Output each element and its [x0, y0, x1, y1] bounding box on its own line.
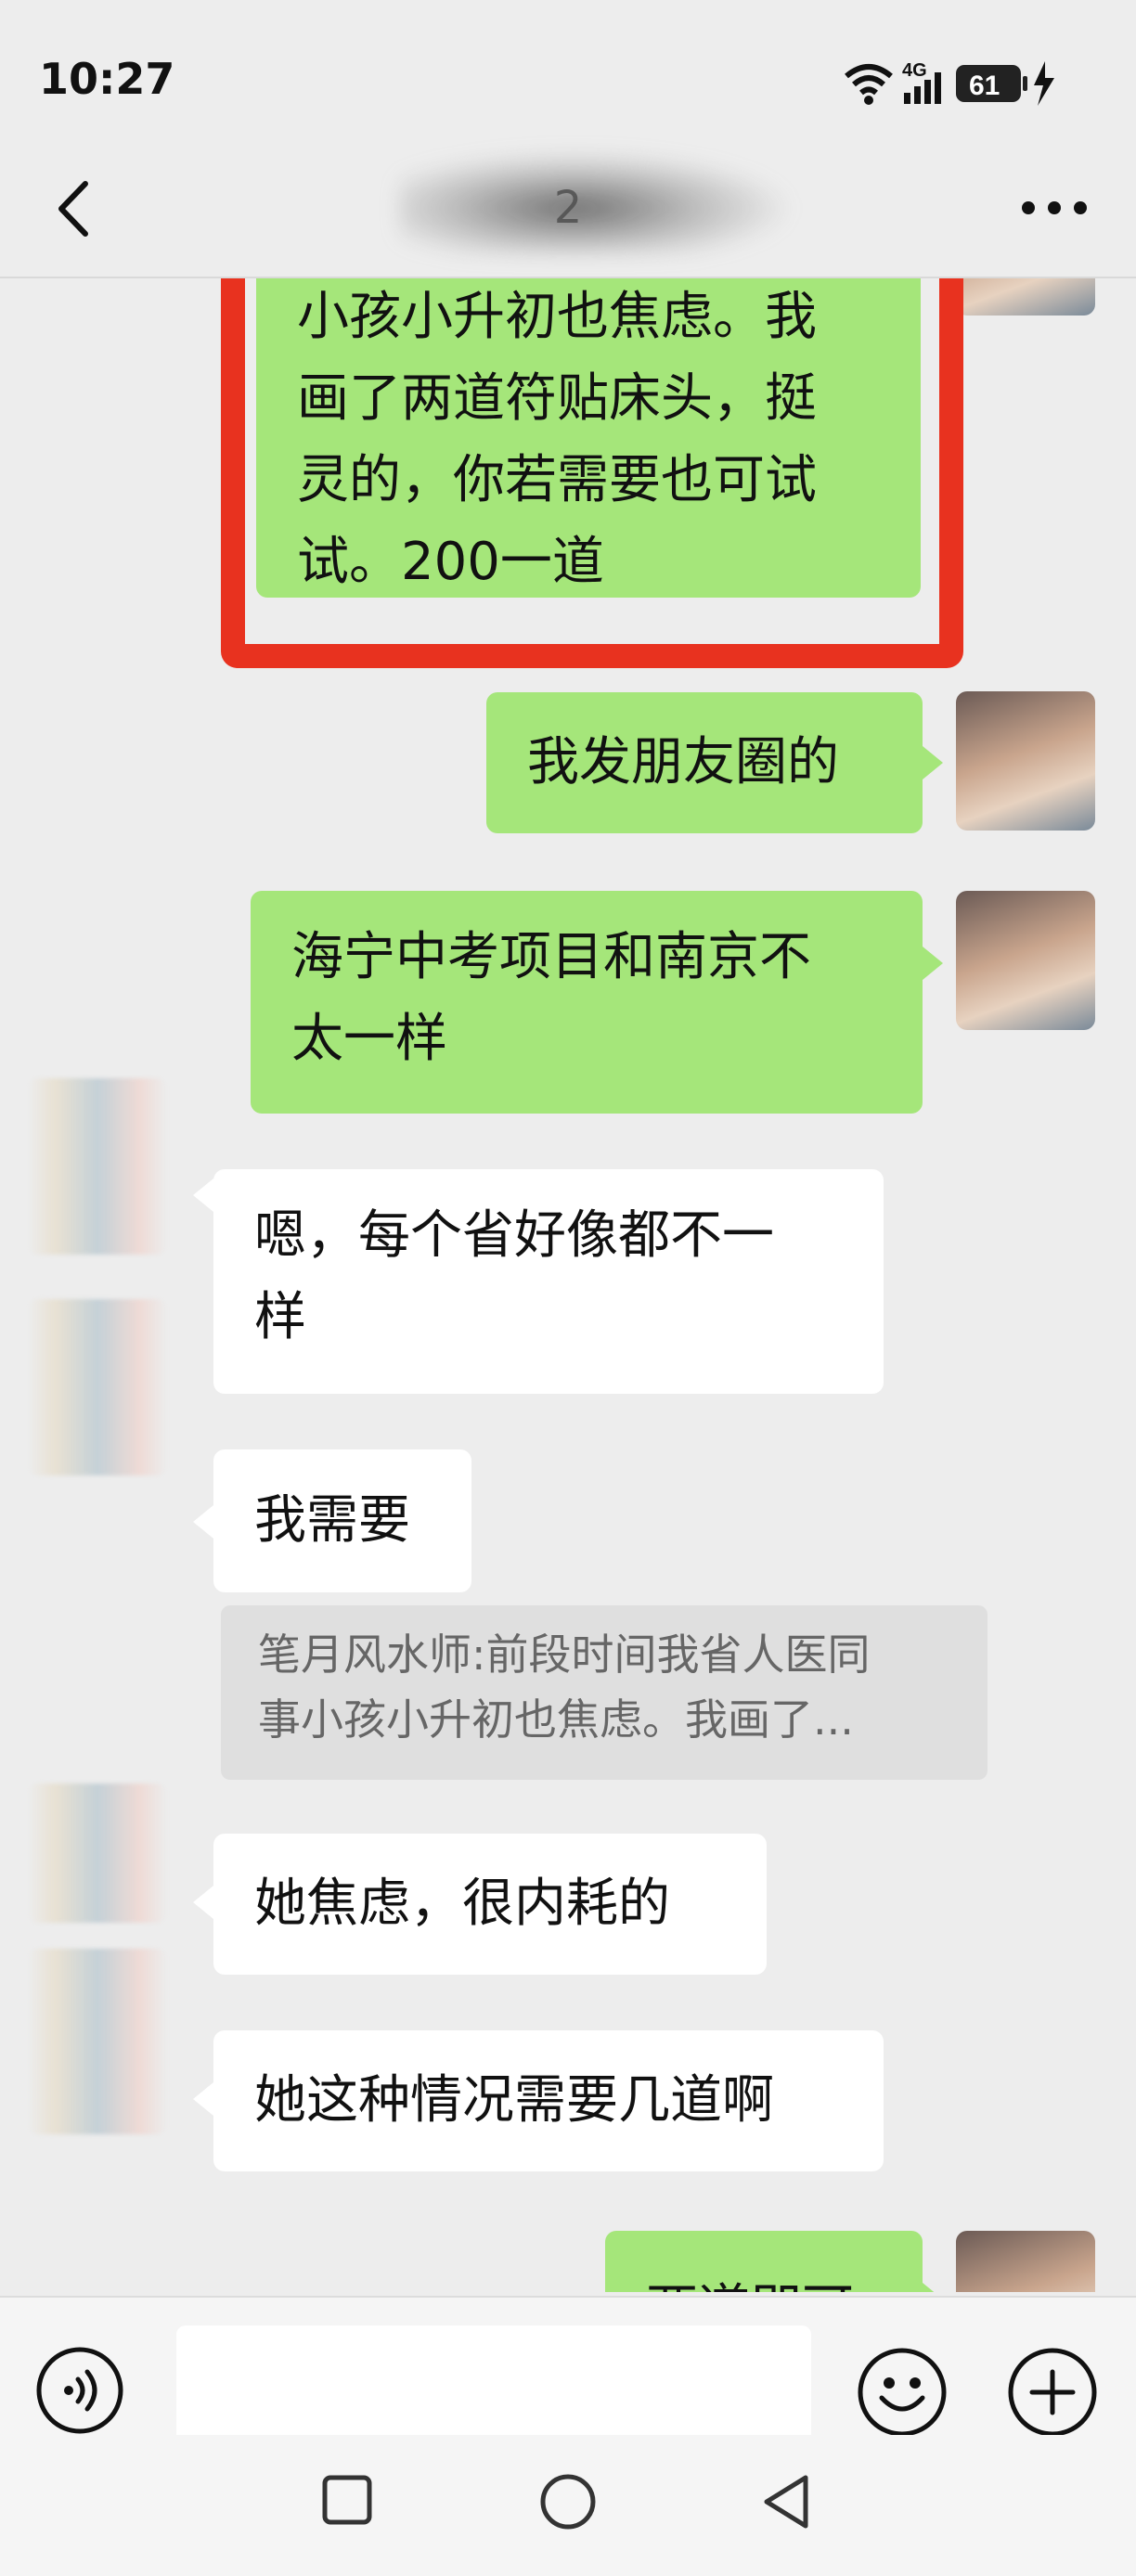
bubble-tail: [193, 1505, 213, 1539]
input-bar: [0, 2296, 1136, 2465]
avatar[interactable]: [28, 1299, 167, 1475]
recents-icon[interactable]: [321, 2474, 373, 2526]
message-text: 两道即可: [646, 2279, 854, 2292]
status-time: 10:27: [39, 54, 175, 104]
avatar[interactable]: [28, 1078, 167, 1255]
highlight-box: [221, 278, 963, 668]
battery-level: 61: [969, 71, 1000, 101]
message-bubble[interactable]: 我需要: [213, 1449, 471, 1592]
bubble-tail: [193, 1886, 213, 1919]
chat-header: 2: [0, 139, 1136, 278]
message-list[interactable]: 小孩小升初也焦虑。我 画了两道符贴床头，挺 灵的，你若需要也可试 试。200一道…: [0, 278, 1136, 2292]
message-text: 我发朋友圈的: [527, 732, 839, 792]
status-bar: 10:27 4G 61: [0, 0, 1136, 158]
message-line: 样: [254, 1287, 306, 1347]
message-bubble[interactable]: 嗯，每个省好像都不一 样: [213, 1169, 884, 1394]
message-bubble[interactable]: 两道即可: [605, 2231, 923, 2292]
avatar[interactable]: [956, 891, 1095, 1030]
avatar[interactable]: [956, 2231, 1095, 2292]
battery-icon: 61: [956, 65, 1027, 102]
voice-icon[interactable]: [35, 2346, 124, 2435]
message-bubble[interactable]: 她这种情况需要几道啊: [213, 2030, 884, 2171]
emoji-icon[interactable]: [856, 2346, 949, 2439]
plus-icon[interactable]: [1006, 2346, 1099, 2439]
message-text: 她焦虑，很内耗的: [254, 1874, 670, 1934]
message-bubble[interactable]: 海宁中考项目和南京不 太一样: [251, 891, 923, 1114]
message-bubble[interactable]: 我发朋友圈的: [486, 692, 923, 833]
message-text: 她这种情况需要几道啊: [254, 2070, 774, 2131]
wifi-icon: [845, 64, 893, 105]
avatar[interactable]: [28, 1949, 167, 2134]
quote-line: 笔月风水师:前段时间我省人医同: [258, 1629, 871, 1680]
message-line: 太一样: [291, 1009, 447, 1069]
network-label: 4G: [902, 60, 927, 81]
bubble-tail: [923, 947, 943, 980]
system-navigation: [0, 2435, 1136, 2576]
bubble-tail: [193, 1179, 213, 1212]
avatar[interactable]: [956, 278, 1095, 316]
quoted-message[interactable]: 笔月风水师:前段时间我省人医同 事小孩小升初也焦虑。我画了...: [221, 1605, 988, 1780]
avatar[interactable]: [28, 1784, 167, 1923]
avatar[interactable]: [956, 691, 1095, 831]
bubble-tail: [923, 746, 943, 779]
status-icons: 4G 61: [845, 60, 1054, 106]
message-text: 我需要: [254, 1490, 410, 1551]
charging-icon: [1034, 61, 1054, 106]
quote-line: 事小孩小升初也焦虑。我画了...: [258, 1694, 854, 1745]
message-line: 海宁中考项目和南京不: [291, 927, 811, 987]
message-bubble[interactable]: 她焦虑，很内耗的: [213, 1834, 767, 1975]
bubble-tail: [923, 2283, 943, 2292]
home-icon[interactable]: [538, 2472, 598, 2531]
title-redaction: [399, 152, 789, 254]
nav-back-icon[interactable]: [759, 2472, 811, 2531]
more-icon[interactable]: [1019, 197, 1090, 219]
bubble-tail: [193, 2082, 213, 2116]
message-line: 嗯，每个省好像都不一: [254, 1205, 774, 1266]
